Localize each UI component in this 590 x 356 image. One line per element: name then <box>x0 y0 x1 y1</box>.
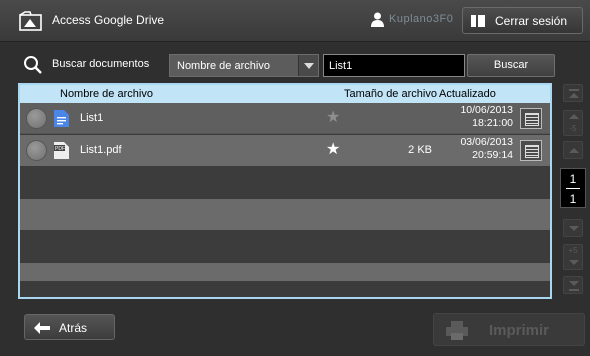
arrow-up-icon <box>569 148 579 153</box>
row-select-radio[interactable] <box>26 140 47 161</box>
printer-icon <box>446 321 468 340</box>
total-pages: 1 <box>569 192 577 206</box>
arrow-left-icon <box>34 322 50 334</box>
search-field-value: Nombre de archivo <box>177 60 270 72</box>
search-icon <box>24 56 42 74</box>
file-date: 03/06/2013 <box>460 136 513 148</box>
column-header-updated[interactable]: Actualizado <box>439 88 496 100</box>
logout-label: Cerrar sesión <box>495 14 568 28</box>
step-label: -5 <box>569 124 577 133</box>
google-doc-icon <box>54 110 69 127</box>
scroll-bottom-button[interactable] <box>563 276 583 294</box>
print-button[interactable]: Imprimir <box>433 313 585 346</box>
title-bar: Access Google Drive Kuplano3F0 Cerrar se… <box>0 0 590 42</box>
empty-row <box>20 199 550 230</box>
page-indicator: 1 1 <box>560 168 586 208</box>
bar-icon <box>569 289 579 291</box>
star-icon[interactable]: ★ <box>326 142 340 158</box>
step-label: +5 <box>568 246 578 255</box>
file-updated: 03/06/2013 20:59:14 <box>440 136 513 162</box>
file-date: 10/06/2013 <box>460 104 513 116</box>
logout-button[interactable]: Cerrar sesión <box>462 7 583 34</box>
back-label: Atrás <box>59 321 88 335</box>
row-select-radio[interactable] <box>26 108 47 129</box>
print-label: Imprimir <box>489 322 550 339</box>
file-name: List1 <box>80 112 104 124</box>
details-button[interactable] <box>520 108 542 129</box>
arrow-down-icon <box>569 281 579 286</box>
back-button[interactable]: Atrás <box>24 314 115 340</box>
scroll-top-button[interactable] <box>563 84 583 102</box>
search-input[interactable] <box>323 54 465 77</box>
page-divider <box>566 188 580 189</box>
scroll-up-button[interactable] <box>563 141 583 159</box>
user-name: Kuplano3F0 <box>389 13 454 25</box>
table-header: Nombre de archivo Tamaño de archivo Actu… <box>20 85 550 103</box>
scroll-down-button[interactable] <box>563 219 583 237</box>
chevron-down-icon[interactable] <box>298 55 318 76</box>
search-field-select[interactable]: Nombre de archivo <box>169 54 319 77</box>
file-name: List1.pdf <box>80 144 122 156</box>
file-table: Nombre de archivo Tamaño de archivo Actu… <box>18 83 552 299</box>
arrow-down-icon <box>569 260 579 265</box>
star-icon[interactable]: ★ <box>326 110 340 126</box>
search-label: Buscar documentos <box>52 58 150 70</box>
arrow-down-icon <box>569 226 579 231</box>
search-button[interactable]: Buscar <box>467 54 555 77</box>
file-time: 20:59:14 <box>472 149 513 161</box>
arrow-up-icon <box>569 114 579 119</box>
app-title: Access Google Drive <box>52 13 165 27</box>
details-button[interactable] <box>520 140 542 161</box>
user-icon <box>371 12 384 27</box>
pdf-file-icon: PDF <box>54 142 69 159</box>
scroll-down-five-button[interactable]: +5 <box>563 244 583 270</box>
empty-row <box>20 167 550 198</box>
column-header-size[interactable]: Tamaño de archivo <box>344 88 437 100</box>
bar-icon <box>569 89 579 91</box>
current-page: 1 <box>569 172 577 186</box>
file-size: 2 KB <box>408 144 432 156</box>
column-header-name[interactable]: Nombre de archivo <box>60 88 153 100</box>
svg-text:PDF: PDF <box>55 146 65 152</box>
file-updated: 10/06/2013 18:21:00 <box>440 104 513 130</box>
empty-row <box>20 263 550 281</box>
logout-icon <box>471 15 485 27</box>
scroll-up-five-button[interactable]: -5 <box>563 110 583 136</box>
table-row[interactable]: PDF List1.pdf ★ 2 KB 03/06/2013 20:59:14 <box>20 135 550 166</box>
file-time: 18:21:00 <box>472 117 513 129</box>
drive-folder-icon <box>19 11 42 31</box>
arrow-up-icon <box>569 93 579 98</box>
table-row[interactable]: List1 ★ 10/06/2013 18:21:00 <box>20 103 550 134</box>
empty-row <box>20 231 550 262</box>
